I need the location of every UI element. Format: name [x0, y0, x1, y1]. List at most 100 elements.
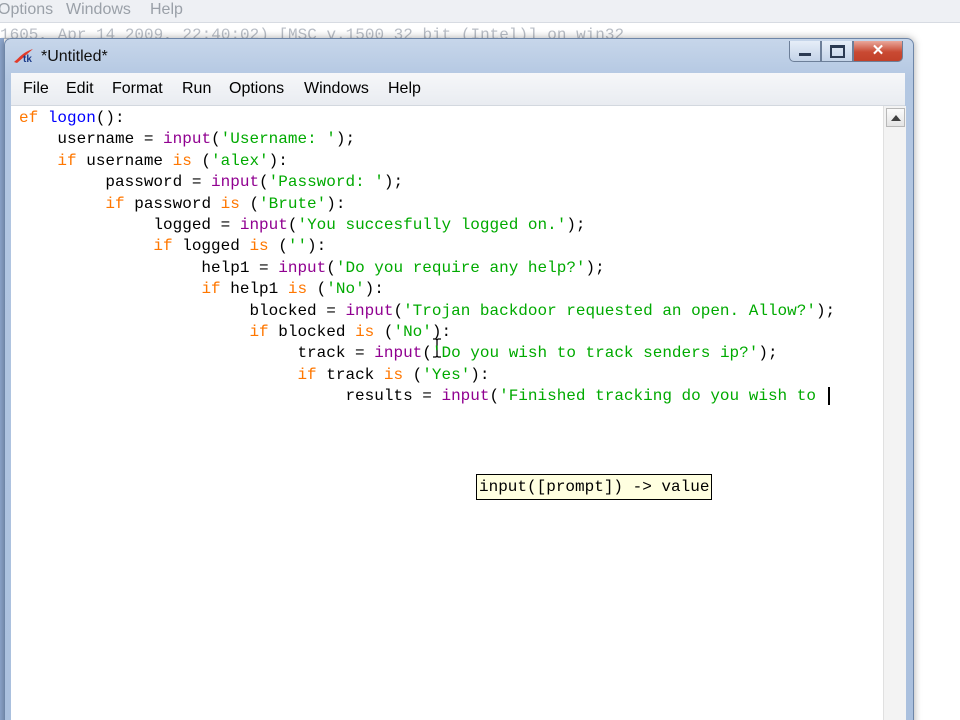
code-token: is [355, 323, 375, 341]
code-token: logged = [19, 216, 240, 234]
code-token: ): [470, 365, 490, 384]
close-button[interactable]: ✕ [853, 41, 903, 62]
code-token: '' [287, 237, 308, 256]
code-token: ( [191, 151, 212, 170]
code-token: 'alex' [211, 151, 269, 170]
code-line: ef logon(): [19, 107, 125, 129]
code-token: 'Brute' [259, 194, 327, 213]
code-line: track = input('Do you wish to track send… [19, 342, 778, 364]
svg-text:tk: tk [23, 54, 32, 64]
code-token: password = [19, 173, 212, 192]
maximize-button[interactable] [821, 41, 853, 62]
background-menu-windows[interactable]: Windows [66, 1, 131, 19]
code-token: ( [239, 194, 260, 213]
menu-windows[interactable]: Windows [304, 80, 369, 98]
code-token: ( [211, 130, 221, 149]
text-cursor [827, 387, 830, 406]
code-token: 'Trojan backdoor requested an open. Allo… [403, 301, 816, 320]
minimize-button[interactable] [789, 41, 821, 62]
code-token: 'Do you wish to track senders ip?' [431, 344, 759, 363]
code-token: 'You succesfully logged on.' [297, 216, 567, 234]
code-token: logged [172, 237, 250, 256]
code-token: (): [95, 109, 125, 127]
code-token: ): [268, 151, 288, 170]
code-token: username = [19, 130, 164, 149]
code-token: is [287, 280, 308, 299]
code-token: if [297, 365, 317, 384]
code-token: help1 [220, 280, 288, 299]
code-token: 'No' [393, 323, 432, 341]
code-token: ( [326, 258, 336, 277]
code-token: if [201, 280, 221, 299]
code-token: if [57, 151, 77, 170]
code-token: ); [815, 301, 836, 320]
code-token: is [383, 365, 404, 384]
menu-help[interactable]: Help [388, 80, 421, 98]
code-token: 'Finished tracking do you wish to [499, 387, 826, 406]
scroll-up-button[interactable] [886, 108, 905, 127]
code-token: track [316, 365, 384, 384]
code-editor[interactable]: input([prompt]) -> value ef logon(): use… [11, 106, 883, 720]
code-token: ); [758, 344, 778, 363]
code-token: blocked = [19, 301, 346, 320]
code-token: 'Username: ' [220, 130, 336, 149]
code-token: results = [19, 387, 442, 406]
tk-feather-icon: tk [14, 49, 33, 64]
idle-editor-window: tk *Untitled* ✕ File Edit Format Run Opt… [4, 38, 914, 720]
code-line: if password is ('Brute'): [19, 193, 345, 215]
code-token: ( [259, 173, 269, 192]
menu-edit[interactable]: Edit [66, 80, 94, 98]
code-line: if blocked is ('No'): [19, 321, 451, 343]
code-line: results = input('Finished tracking do yo… [19, 385, 826, 407]
code-line: username = input('Username: '); [19, 128, 355, 150]
code-token: if [153, 237, 173, 256]
code-token: input [345, 301, 394, 320]
code-line: if username is ('alex'): [19, 150, 288, 172]
code-token: username [76, 151, 173, 170]
code-token: ef [19, 109, 39, 127]
code-token: input [278, 258, 327, 277]
code-line: password = input('Password: '); [19, 171, 403, 193]
title-bar[interactable]: tk *Untitled* ✕ [5, 39, 913, 73]
code-token: if [249, 323, 269, 341]
code-line: help1 = input('Do you require any help?'… [19, 257, 604, 279]
code-token: ): [307, 237, 327, 256]
code-token: ): [431, 323, 452, 341]
code-token: password [124, 194, 221, 213]
code-token: 'Yes' [422, 365, 471, 384]
code-token: ): [326, 194, 346, 213]
code-token: ( [268, 237, 288, 256]
menu-run[interactable]: Run [182, 80, 211, 98]
code-line: blocked = input('Trojan backdoor request… [19, 300, 835, 322]
code-token: input [239, 216, 288, 234]
vertical-scrollbar[interactable] [883, 106, 906, 720]
code-token: ); [383, 173, 404, 192]
background-menu-options[interactable]: Options [0, 1, 53, 19]
code-token: ( [374, 323, 394, 341]
code-token: track = [19, 344, 375, 363]
menu-options[interactable]: Options [229, 80, 284, 98]
code-token: blocked [268, 323, 356, 341]
code-token: ( [489, 387, 500, 406]
arrow-up-icon [890, 114, 901, 121]
code-token: ( [393, 301, 404, 320]
code-line: logged = input('You succesfully logged o… [19, 214, 585, 236]
menu-file[interactable]: File [23, 80, 49, 98]
caption-buttons: ✕ [789, 41, 903, 63]
code-token: ( [307, 280, 327, 299]
close-icon: ✕ [871, 42, 885, 59]
maximize-icon [829, 44, 845, 58]
menu-format[interactable]: Format [112, 80, 163, 98]
code-token: logon [47, 109, 96, 127]
background-menu-help[interactable]: Help [150, 1, 183, 19]
code-token: input [163, 130, 212, 149]
window-client-area: File Edit Format Run Options Windows Hel… [11, 73, 906, 720]
code-token: ); [335, 130, 356, 149]
code-line: if logged is (''): [19, 235, 326, 257]
